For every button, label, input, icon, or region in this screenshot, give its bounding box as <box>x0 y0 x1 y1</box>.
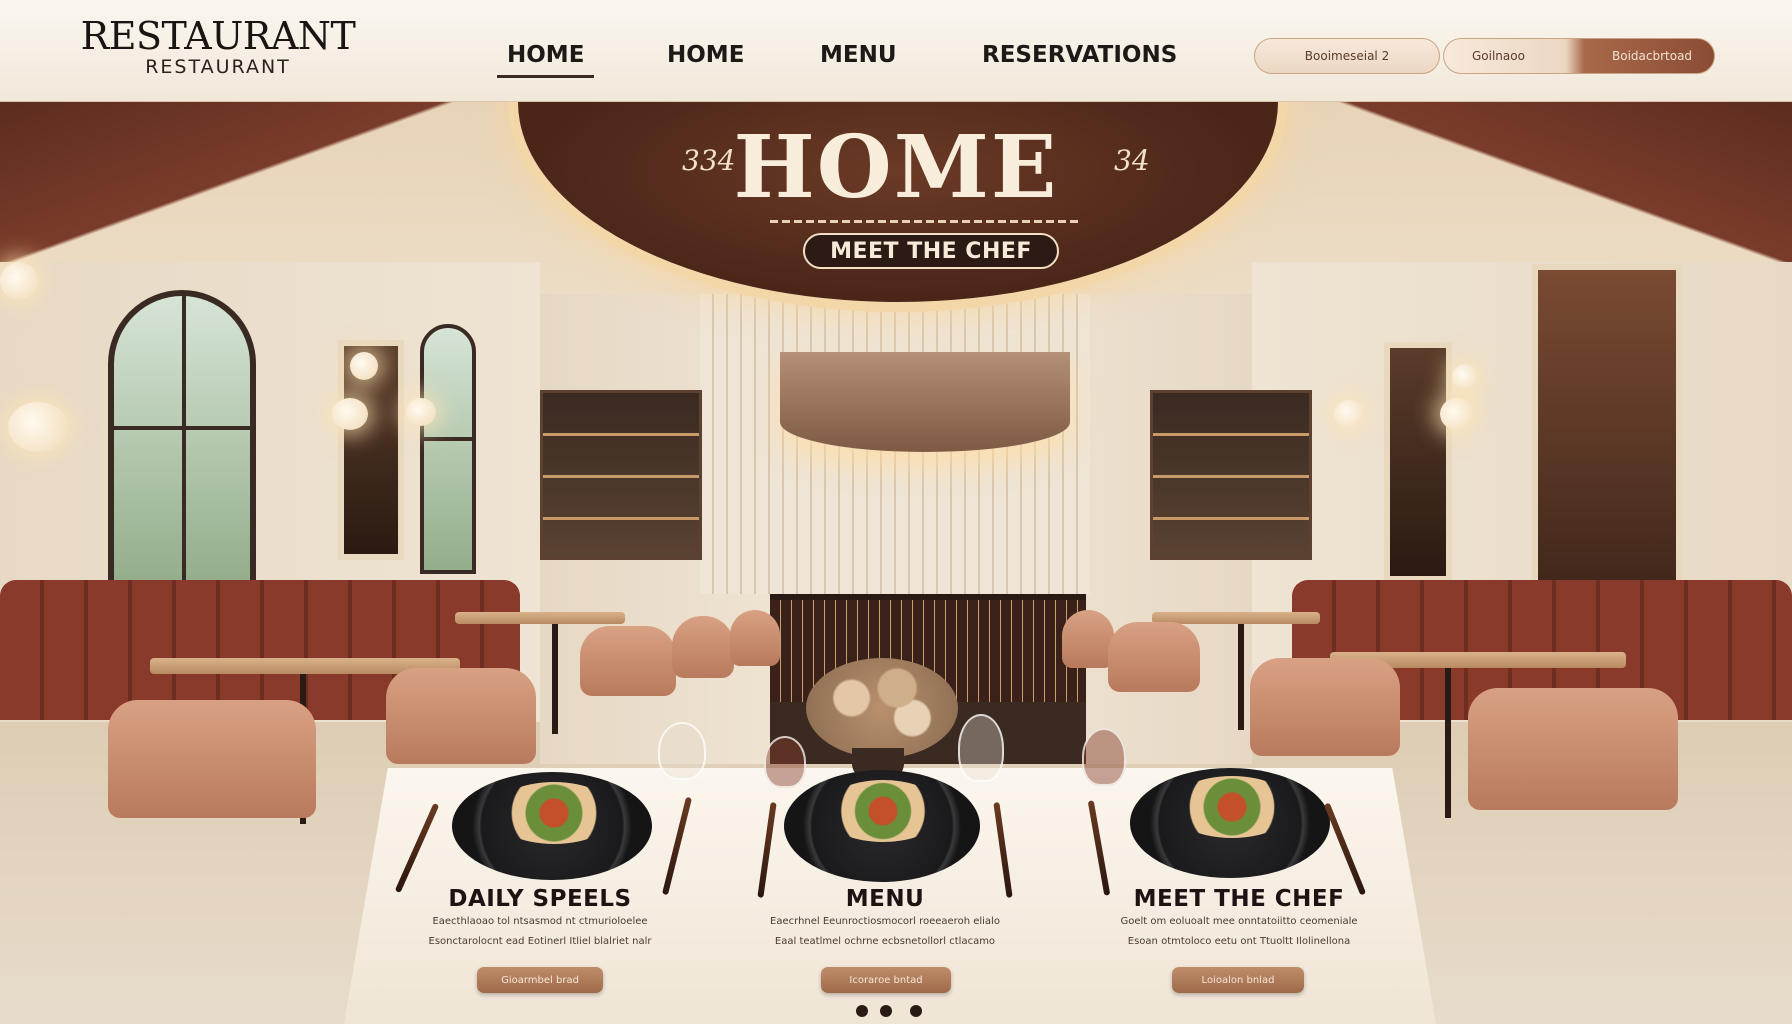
logo-main: RESTAURANT <box>80 14 356 58</box>
card-title-meet-the-chef: MEET THE CHEF <box>1133 886 1345 912</box>
nav-home[interactable]: HOME <box>667 42 744 68</box>
header-button-3-label[interactable]: Boidacbrtoad <box>1612 49 1692 63</box>
dining-chair <box>386 668 536 764</box>
plated-dish <box>822 780 944 842</box>
dining-chair <box>1250 658 1400 756</box>
plated-dish <box>492 782 616 844</box>
card-desc-line: Esoan otmtoloco eetu ont Ttuoltt Iloline… <box>1127 936 1351 947</box>
table-leg <box>1238 624 1244 730</box>
hero-title: HOME <box>733 117 1059 218</box>
nav-home-active[interactable]: HOME <box>496 42 595 78</box>
shelf-rail <box>543 517 699 520</box>
wine-glass <box>658 722 706 780</box>
window-mullion <box>182 296 186 584</box>
dining-chair <box>1468 688 1678 810</box>
header-button-2-label[interactable]: Goilnaoo <box>1472 49 1525 63</box>
dining-chair <box>1062 610 1114 668</box>
card-desc-line: Goelt om eoluoalt mee onntatoiitto ceome… <box>1120 916 1358 927</box>
globe-lamp <box>8 402 68 452</box>
pendant-light-ring <box>780 352 1070 452</box>
card-title-menu: MENU <box>845 886 925 912</box>
shelf-rail <box>1153 517 1309 520</box>
wall-art <box>1532 264 1682 624</box>
card-desc-line: Eaecthlaoao tol ntsasmod nt ctmurioloele… <box>432 916 648 927</box>
window-transom <box>424 436 472 441</box>
globe-lamp <box>350 352 378 380</box>
dining-chair <box>580 626 676 696</box>
nav-reservations[interactable]: RESERVATIONS <box>982 42 1177 68</box>
header-button-1-label: Booimeseial 2 <box>1304 49 1390 63</box>
drink-glass <box>1082 728 1126 786</box>
card-title-daily-specials: DAILY SPEELS <box>448 886 632 912</box>
shelf-rail <box>543 475 699 478</box>
header-button-group[interactable]: Goilnaoo Boidacbrtoad <box>1443 38 1715 74</box>
window-transom <box>114 425 250 430</box>
dining-table <box>455 612 625 624</box>
carousel-dot-3[interactable] <box>910 1005 922 1017</box>
globe-lamp <box>332 398 368 430</box>
dining-chair <box>672 616 734 678</box>
card-desc-line: Eaecrhnel Eeunroctiosmocorl roeeaeroh el… <box>770 916 1000 927</box>
shelf-rail <box>543 433 699 436</box>
display-shelf <box>1150 390 1312 560</box>
wall-art <box>1384 342 1452 582</box>
logo[interactable]: RESTAURANT RESTAURANT <box>78 14 358 78</box>
globe-lamp <box>0 262 38 300</box>
shelf-rail <box>1153 433 1309 436</box>
carousel-dot-2[interactable] <box>880 1005 892 1017</box>
globe-lamp <box>1452 364 1478 390</box>
card-desc-line: Eaal teatlmel ochrne ecbsnetollorl ctlac… <box>774 936 996 947</box>
globe-lamp <box>1440 398 1474 430</box>
arched-window <box>420 324 476 574</box>
menu-button[interactable]: Icoraroe bntad <box>821 967 951 993</box>
dining-chair <box>108 700 316 818</box>
arched-window <box>108 290 256 590</box>
meet-the-chef-button[interactable]: MEET THE CHEF <box>803 233 1059 269</box>
logo-sub: RESTAURANT <box>145 56 291 78</box>
plated-dish <box>1170 776 1294 838</box>
menu-button-label: Icoraroe bntad <box>849 974 923 986</box>
meet-the-chef-card-button-label: Loioalon bnlad <box>1201 974 1275 986</box>
wine-glass <box>958 714 1004 782</box>
daily-specials-button[interactable]: Gioarmbel brad <box>477 967 603 993</box>
meet-the-chef-card-button[interactable]: Loioalon bnlad <box>1172 967 1304 993</box>
flower-arrangement <box>806 658 958 758</box>
carousel-dot-1[interactable] <box>856 1005 868 1017</box>
nav-menu[interactable]: MENU <box>820 42 897 68</box>
dining-chair <box>1108 622 1200 692</box>
site-header: RESTAURANT RESTAURANT HOME HOME MENU RES… <box>0 0 1792 102</box>
dining-chair <box>730 610 780 666</box>
table-leg <box>552 624 558 734</box>
header-button-1[interactable]: Booimeseial 2 <box>1254 38 1440 74</box>
shelf-rail <box>1153 475 1309 478</box>
globe-lamp <box>406 398 436 426</box>
drink-glass <box>764 736 806 788</box>
table-leg <box>1445 668 1451 818</box>
card-desc-line: Esonctarolocnt ead Eotinerl Itliel blalr… <box>428 936 652 947</box>
daily-specials-button-label: Gioarmbel brad <box>501 974 579 986</box>
globe-lamp <box>1334 400 1364 428</box>
display-shelf <box>540 390 702 560</box>
hero-divider <box>770 220 1080 223</box>
meet-the-chef-label: MEET THE CHEF <box>830 238 1032 264</box>
